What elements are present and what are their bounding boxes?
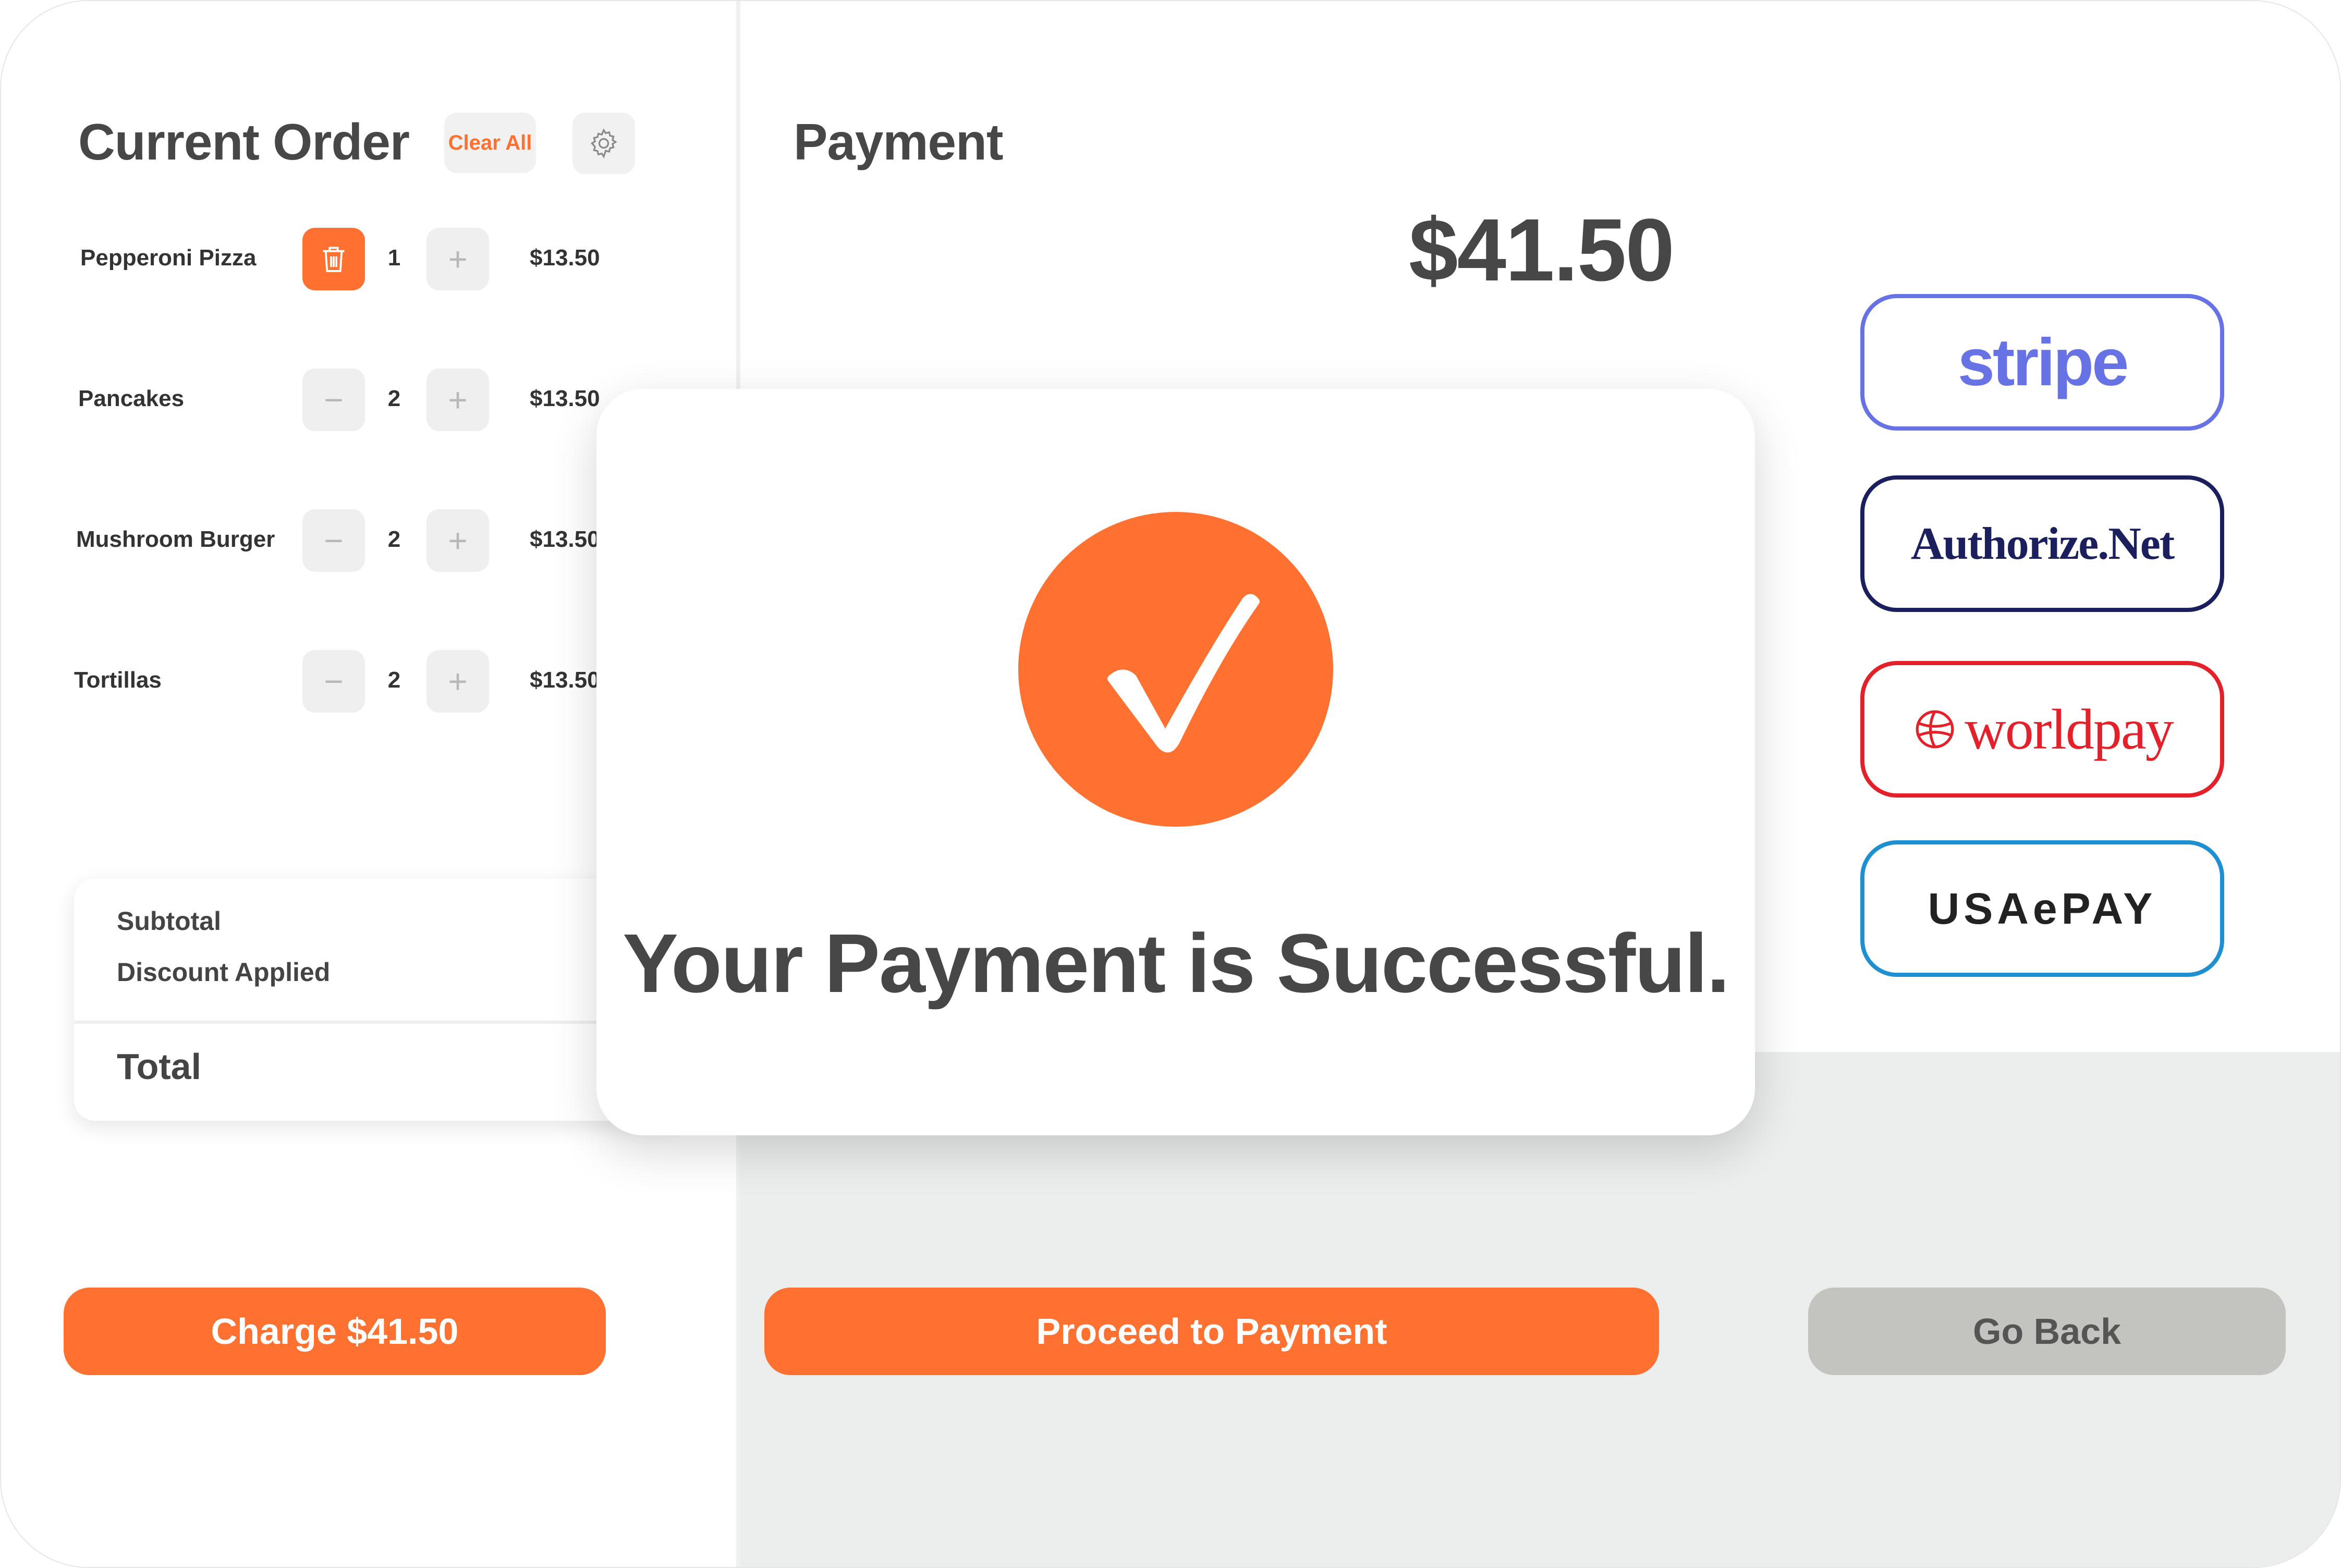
plus-icon: + xyxy=(448,381,468,419)
usaepay-gateway-button[interactable]: USAePAY xyxy=(1860,840,2224,977)
increase-quantity-button[interactable]: + xyxy=(426,509,489,572)
usaepay-logo: USAePAY xyxy=(1928,884,2157,933)
remove-item-button[interactable] xyxy=(302,228,365,290)
checkmark-icon xyxy=(1107,594,1260,753)
globe-icon xyxy=(1916,710,1954,749)
worldpay-gateway-button[interactable]: worldpay xyxy=(1860,661,2224,798)
item-price: $13.50 xyxy=(530,245,600,271)
minus-icon: − xyxy=(324,663,344,700)
success-badge xyxy=(1018,512,1333,827)
app-window: Current Order Clear All Pepperoni Pizza … xyxy=(0,0,2341,1568)
payment-success-modal: Your Payment is Successful. xyxy=(596,389,1755,1135)
stripe-logo: stripe xyxy=(1957,325,2129,400)
total-label: Total xyxy=(117,1046,202,1087)
settings-button[interactable] xyxy=(572,113,635,174)
item-quantity: 2 xyxy=(387,386,401,411)
list-item-name: Pancakes xyxy=(78,386,185,411)
clear-all-button[interactable]: Clear All xyxy=(444,113,536,173)
subtotal-label: Subtotal xyxy=(117,906,221,936)
charge-button[interactable]: Charge $41.50 xyxy=(64,1288,606,1375)
list-item-name: Mushroom Burger xyxy=(76,526,275,552)
decrease-quantity-button[interactable]: − xyxy=(302,650,365,713)
item-price: $13.50 xyxy=(530,526,600,552)
increase-quantity-button[interactable]: + xyxy=(426,650,489,713)
minus-icon: − xyxy=(324,522,344,559)
summary-divider xyxy=(74,1021,679,1024)
clear-all-label: Clear All xyxy=(448,131,532,154)
increase-quantity-button[interactable]: + xyxy=(426,228,489,290)
item-quantity: 1 xyxy=(387,245,401,271)
increase-quantity-button[interactable]: + xyxy=(426,369,489,431)
success-message: Your Payment is Successful. xyxy=(623,916,1730,1010)
order-title: Current Order xyxy=(78,113,410,170)
item-quantity: 2 xyxy=(387,526,401,552)
plus-icon: + xyxy=(448,663,468,700)
gear-icon xyxy=(590,128,617,159)
payment-amount: $41.50 xyxy=(1409,201,1675,300)
authorize-net-logo: Authorize.Net xyxy=(1910,518,2175,569)
go-back-button[interactable]: Go Back xyxy=(1808,1288,2286,1375)
payment-title: Payment xyxy=(794,113,1004,170)
trash-icon xyxy=(323,247,345,272)
proceed-to-payment-button[interactable]: Proceed to Payment xyxy=(764,1288,1659,1375)
item-price: $13.50 xyxy=(530,386,600,411)
item-quantity: 2 xyxy=(387,667,401,693)
plus-icon: + xyxy=(448,240,468,278)
discount-label: Discount Applied xyxy=(117,958,331,987)
decrease-quantity-button[interactable]: − xyxy=(302,369,365,431)
minus-icon: − xyxy=(324,381,344,419)
worldpay-logo: worldpay xyxy=(1965,697,2174,761)
item-price: $13.50 xyxy=(530,667,600,693)
order-summary-card: Subtotal Discount Applied Total xyxy=(74,879,679,1121)
list-item-name: Tortillas xyxy=(74,667,162,693)
list-item-name: Pepperoni Pizza xyxy=(80,245,257,271)
authorize-net-gateway-button[interactable]: Authorize.Net xyxy=(1860,475,2224,612)
decrease-quantity-button[interactable]: − xyxy=(302,509,365,572)
plus-icon: + xyxy=(448,522,468,559)
stripe-gateway-button[interactable]: stripe xyxy=(1860,294,2224,431)
